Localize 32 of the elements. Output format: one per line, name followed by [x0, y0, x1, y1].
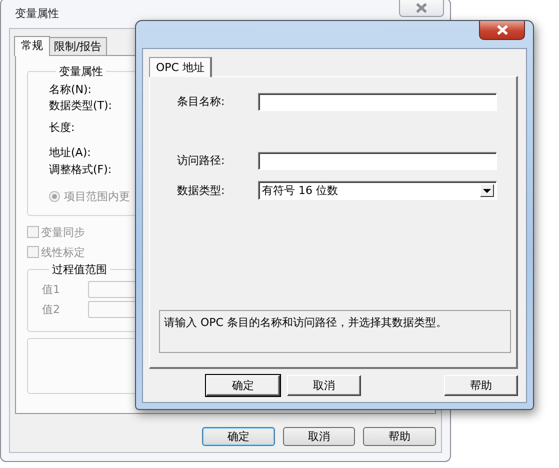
field-label: 调整格式(F):: [49, 162, 112, 178]
checkbox-label: 变量同步: [41, 224, 85, 240]
field-label: 数据类型:: [177, 183, 226, 198]
window-title: 变量属性: [15, 6, 59, 21]
input-field[interactable]: [258, 152, 497, 170]
field-label: 值2: [42, 302, 61, 317]
group-title: 过程值范围: [51, 262, 108, 277]
checkbox-label: 线性标定: [41, 244, 85, 260]
field-label: 值1: [42, 282, 61, 297]
close-icon: [496, 25, 508, 35]
field-label: 长度:: [49, 120, 75, 136]
description-text: 请输入 OPC 条目的名称和访问路径，并选择其数据类型。: [159, 310, 511, 353]
field-label: 名称(N):: [49, 82, 92, 98]
field-label: 数据类型(T):: [49, 98, 112, 114]
input-field[interactable]: [258, 92, 497, 110]
dialog-button[interactable]: 取消: [287, 375, 361, 396]
radio-label: 项目范围内更: [64, 189, 130, 204]
tab[interactable]: 常规: [14, 36, 50, 56]
dialog-button[interactable]: 帮助: [444, 375, 518, 396]
field-label: 地址(A):: [49, 145, 91, 161]
tab[interactable]: 限制/报告: [49, 37, 107, 55]
dialog-button[interactable]: 确定: [206, 375, 280, 396]
dialog-button[interactable]: 取消: [282, 427, 356, 446]
field-label: 访问路径:: [177, 153, 226, 168]
group-title: 变量属性: [58, 64, 104, 79]
field-label: 条目名称:: [177, 94, 226, 109]
close-button[interactable]: [479, 21, 525, 40]
dialog-button[interactable]: 确定: [202, 427, 275, 446]
dialog-button[interactable]: 帮助: [363, 427, 436, 446]
close-icon: [415, 2, 428, 12]
tab[interactable]: OPC 地址: [149, 57, 212, 77]
dropdown[interactable]: 有符号 16 位数: [258, 181, 497, 200]
